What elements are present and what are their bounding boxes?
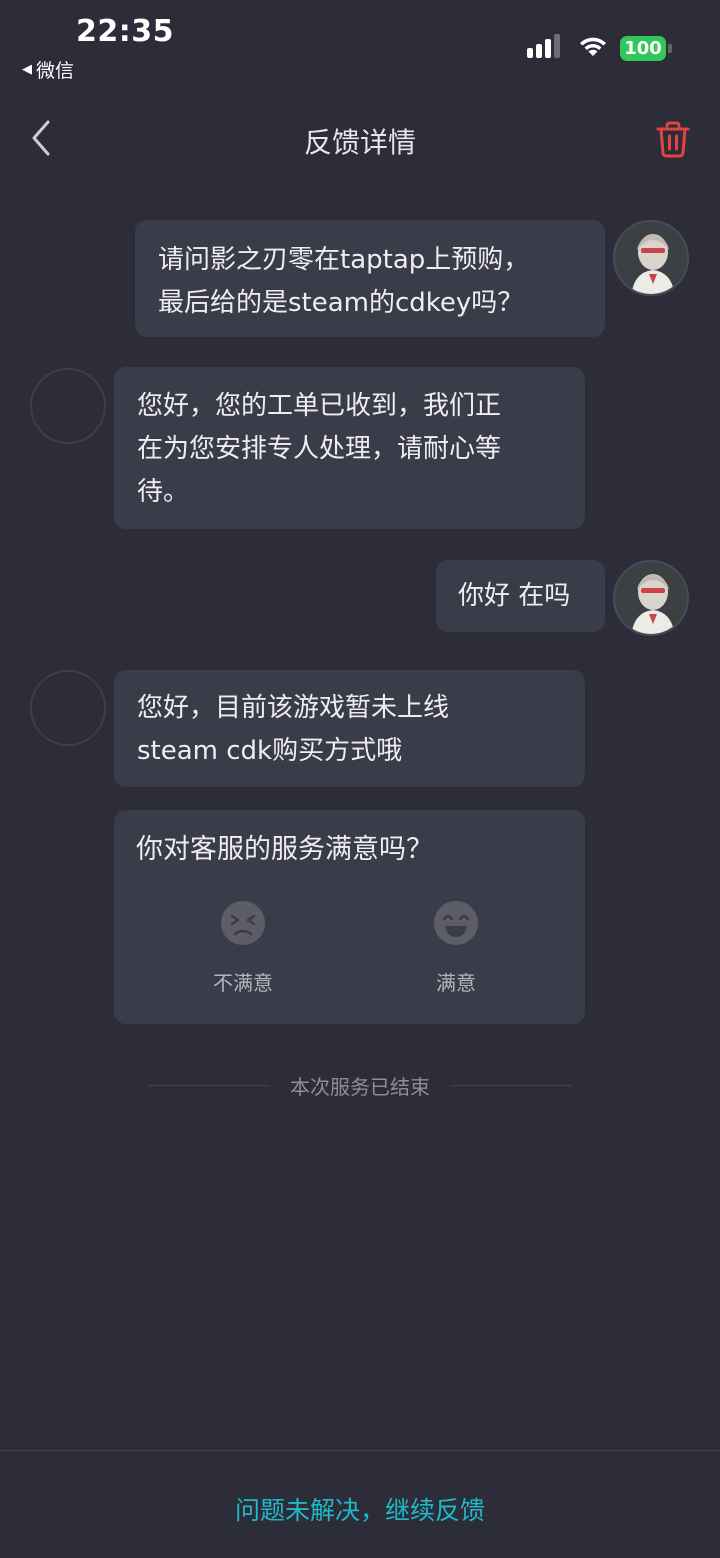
battery-icon: 100 xyxy=(620,36,672,61)
trash-icon[interactable] xyxy=(654,120,692,158)
divider-line xyxy=(450,1084,572,1086)
divider-line xyxy=(148,1084,270,1086)
status-time: 22:35 xyxy=(76,14,174,49)
message-line: steam cdk购买方式哦 xyxy=(137,736,403,766)
user-message-bubble[interactable]: 你好 在吗 xyxy=(436,560,605,632)
message-line: 您好，目前该游戏暂未上线 xyxy=(137,693,450,723)
service-ended-divider: 本次服务已结束 xyxy=(148,1070,572,1100)
survey-question: 你对客服的服务满意吗？ xyxy=(136,834,433,865)
user-message-bubble[interactable]: 请问影之刃零在taptap上预购， 最后给的是steam的cdkey吗？ xyxy=(135,220,605,337)
back-to-app-link[interactable]: ◀ 微信 xyxy=(22,56,74,83)
user-avatar-image xyxy=(615,222,687,294)
feedback-detail-screen: 22:35 ◀ 微信 100 反馈详情 请问影之刃零在taptap上预购， 最后… xyxy=(0,0,720,1558)
message-line: 最后给的是steam的cdkey吗？ xyxy=(158,288,524,318)
continue-feedback-button[interactable]: 问题未解决，继续反馈 xyxy=(0,1491,720,1527)
agent-avatar xyxy=(30,670,106,746)
satisfied-face-icon[interactable] xyxy=(433,900,479,946)
user-avatar[interactable] xyxy=(613,220,689,296)
user-avatar[interactable] xyxy=(613,560,689,636)
agent-message-bubble[interactable]: 您好，您的工单已收到，我们正 在为您安排专人处理，请耐心等 待。 xyxy=(114,367,585,529)
message-line: 你好 在吗 xyxy=(458,581,571,611)
battery-level: 100 xyxy=(624,38,662,59)
agent-message-bubble[interactable]: 您好，目前该游戏暂未上线 steam cdk购买方式哦 xyxy=(114,670,585,787)
message-line: 您好，您的工单已收到，我们正 xyxy=(137,391,502,421)
message-line: 请问影之刃零在taptap上预购， xyxy=(158,245,530,275)
agent-avatar xyxy=(30,368,106,444)
service-ended-text: 本次服务已结束 xyxy=(290,1074,430,1099)
page-title: 反馈详情 xyxy=(303,126,416,159)
satisfaction-survey-card: 你对客服的服务满意吗？ 不满意 满意 xyxy=(114,810,585,1024)
back-triangle-icon: ◀ xyxy=(22,62,32,77)
unsatisfied-face-icon[interactable] xyxy=(220,900,266,946)
user-avatar-image xyxy=(615,562,687,634)
wifi-icon xyxy=(580,37,606,56)
bottom-action-bar: 问题未解决，继续反馈 xyxy=(0,1450,720,1558)
message-line: 在为您安排专人处理，请耐心等 xyxy=(137,434,502,464)
message-line: 待。 xyxy=(137,477,190,507)
back-app-label: 微信 xyxy=(36,60,75,82)
unsatisfied-label[interactable]: 不满意 xyxy=(183,962,303,1005)
signal-icon xyxy=(527,34,560,58)
satisfied-label[interactable]: 满意 xyxy=(396,962,516,1005)
